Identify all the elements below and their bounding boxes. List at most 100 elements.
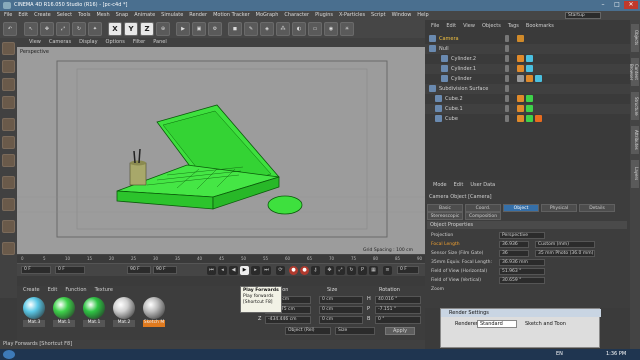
attribute-menu-edit[interactable]: Edit [454,181,464,189]
next-key-icon[interactable]: ▸ [251,266,260,275]
tab-physical[interactable]: Physical [541,204,577,212]
menu-item-x-particles[interactable]: X-Particles [339,11,365,20]
prev-key-icon[interactable]: ◂ [218,266,227,275]
object-tag-icon[interactable] [517,65,524,72]
renderer-dropdown[interactable]: Standard [477,320,517,328]
size-field[interactable]: 0 cm [319,296,363,304]
scale-icon[interactable]: ⤢ [56,22,70,36]
visibility-dots[interactable] [505,105,509,112]
rotation-field[interactable]: 40.016 ° [375,296,421,304]
render-view-icon[interactable]: ▶ [176,22,190,36]
layout-dropdown[interactable]: Startup [565,12,601,19]
subdivision-icon[interactable]: ◈ [260,22,274,36]
object-tag-icon[interactable] [517,115,524,122]
x-axis-toggle[interactable]: X [108,22,122,36]
visibility-dots[interactable] [505,115,509,122]
key-scale-icon[interactable]: ⤢ [336,266,345,275]
viewport-3d[interactable]: Perspective Grid Spacing : 100 cm [17,47,425,254]
live-selection-icon[interactable]: ↖ [24,22,38,36]
goto-start-icon[interactable]: ⏮ [207,266,216,275]
coordinate-system-icon[interactable]: ⊕ [156,22,170,36]
visibility-dots[interactable] [505,55,509,62]
lock-workplane-icon[interactable] [2,242,15,255]
tab-object[interactable]: Object [503,204,539,212]
viewport-menu-options[interactable]: Options [106,38,125,47]
menu-item-simulate[interactable]: Simulate [161,11,183,20]
goto-end-icon[interactable]: ⏭ [262,266,271,275]
move-icon[interactable]: ✥ [40,22,54,36]
floor-icon[interactable]: ▭ [308,22,322,36]
object-menu-objects[interactable]: Objects [482,22,501,31]
points-mode-icon[interactable] [2,118,15,131]
key-rotation-icon[interactable]: ↻ [347,266,356,275]
menu-item-plugins[interactable]: Plugins [315,11,333,20]
menu-item-file[interactable]: File [4,11,12,20]
key-param-icon[interactable]: P [358,266,367,275]
attribute-value[interactable]: Perspective [499,232,545,239]
attribute-preset[interactable]: 35 mm Photo (36.0 mm) [535,250,595,257]
undo-icon[interactable]: ↶ [3,22,17,36]
visibility-dots[interactable] [505,95,509,102]
material-swatch[interactable] [23,297,45,319]
tab-details[interactable]: Details [579,204,615,212]
right-tab-layers[interactable]: Layers [631,160,639,188]
right-tab-attributes[interactable]: Attributes [631,126,639,154]
material-menu-function[interactable]: Function [65,286,86,294]
material-menu-texture[interactable]: Texture [95,286,113,294]
object-row[interactable]: Cube.2 [425,94,630,104]
right-tab-content-browser[interactable]: Content Browser [629,58,639,86]
end-frame-field-2[interactable]: 90 F [153,266,177,274]
light-icon[interactable]: ☀ [340,22,354,36]
object-tag-icon[interactable] [526,75,533,82]
attribute-value[interactable]: 30.659 ° [499,277,545,284]
edges-mode-icon[interactable] [2,136,15,149]
object-tag-icon[interactable] [535,115,542,122]
menu-item-motion-tracker[interactable]: Motion Tracker [213,11,250,20]
object-row[interactable]: Cube.1 [425,104,630,114]
key-position-icon[interactable]: ✥ [325,266,334,275]
menu-item-help[interactable]: Help [417,11,428,20]
menu-item-create[interactable]: Create [34,11,51,20]
loop-icon[interactable]: ⟳ [276,266,285,275]
object-tag-icon[interactable] [517,95,524,102]
object-tag-icon[interactable] [517,105,524,112]
autokey-icon[interactable]: ● [300,266,309,275]
object-tag-icon[interactable] [517,75,524,82]
object-row[interactable]: Null [425,44,630,54]
object-tag-icon[interactable] [526,55,533,62]
menu-item-animate[interactable]: Animate [134,11,155,20]
attribute-value[interactable]: 36 [499,250,529,257]
material-swatch[interactable] [113,297,135,319]
tweak-mode-icon[interactable] [2,198,15,211]
minimize-button[interactable]: – [596,1,610,9]
visibility-dots[interactable] [505,75,509,82]
timeline-ruler[interactable]: 0 5 10 15 20 25 30 35 40 45 50 55 60 65 70 75 80 85 90 [17,255,425,264]
material-menu-edit[interactable]: Edit [48,286,58,294]
language-indicator[interactable]: EN [556,351,563,357]
model-mode-icon[interactable] [2,60,15,73]
rotation-field[interactable]: -7.151 ° [375,306,421,314]
tab-basic[interactable]: Basic [427,204,463,212]
coord-mode-dropdown[interactable]: Object (Rel) [285,327,331,335]
attribute-value[interactable]: 36.936 mm [499,259,545,266]
menu-item-tools[interactable]: Tools [78,11,90,20]
object-tag-icon[interactable] [526,95,533,102]
attribute-menu-user-data[interactable]: User Data [470,181,495,189]
menu-item-render[interactable]: Render [189,11,207,20]
viewport-menu-filter[interactable]: Filter [133,38,145,47]
end-frame-field[interactable]: 90 F [127,266,151,274]
object-tag-icon[interactable] [517,35,524,42]
apply-button[interactable]: Apply [385,327,415,335]
viewport-menu-display[interactable]: Display [79,38,97,47]
play-backwards-icon[interactable]: ◀ [229,266,238,275]
record-icon[interactable]: ● [289,266,298,275]
rotate-icon[interactable]: ↻ [72,22,86,36]
key-pla-icon[interactable]: ▦ [369,266,378,275]
viewport-menu-cameras[interactable]: Cameras [49,38,71,47]
camera-icon[interactable]: ◉ [324,22,338,36]
right-tab-objects[interactable]: Objects [631,24,639,52]
material-swatch[interactable] [53,297,75,319]
object-row[interactable]: Camera [425,34,630,44]
object-row[interactable]: Subdivision Surface [425,84,630,94]
object-row[interactable]: Cylinder [425,74,630,84]
